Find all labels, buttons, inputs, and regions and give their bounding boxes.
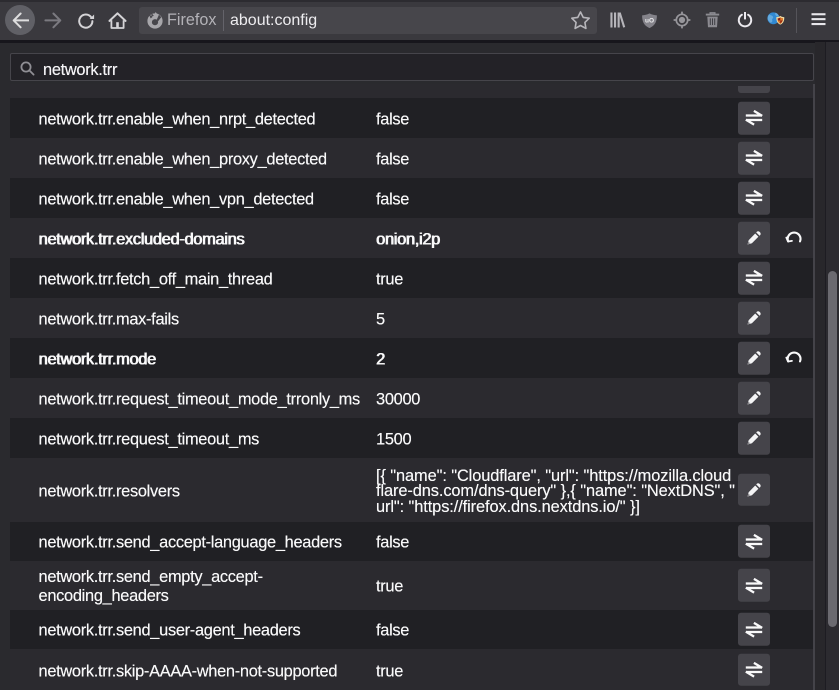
svg-text:uO: uO (645, 17, 654, 24)
